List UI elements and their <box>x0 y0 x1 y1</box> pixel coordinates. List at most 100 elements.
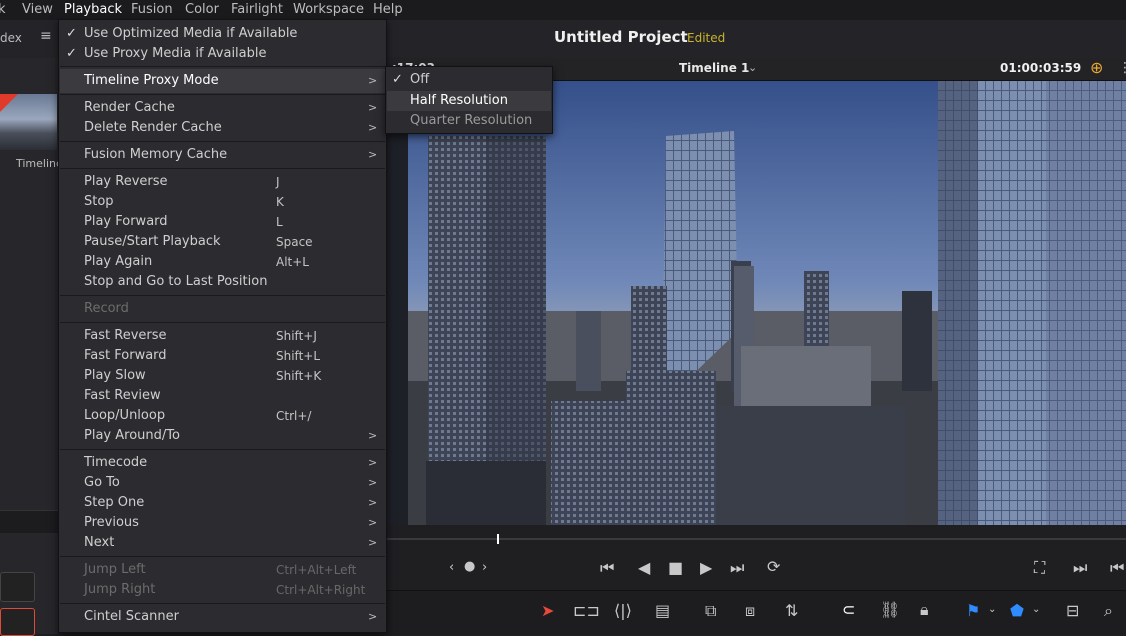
menu-color[interactable]: Color <box>185 2 219 17</box>
menu-item-timecode[interactable]: Timecode <box>84 455 147 470</box>
skip-to-end-icon[interactable]: ⏭ <box>730 558 744 578</box>
menu-item-timeline-proxy-mode[interactable]: Timeline Proxy Mode <box>84 73 219 88</box>
dynamic-trim-icon[interactable]: ⟨|⟩ <box>614 601 632 620</box>
submenu-arrow-icon: > <box>368 536 378 549</box>
marker-icon[interactable]: ⬟ <box>1010 601 1024 620</box>
menu-item-render-cache[interactable]: Render Cache <box>84 100 175 115</box>
link-icon[interactable]: ⛓ <box>880 600 900 619</box>
menu-fairlight[interactable]: Fairlight <box>231 2 283 17</box>
playback-menu: ✓ Use Optimized Media if Available ✓ Use… <box>58 19 387 633</box>
jog-dot-icon[interactable]: ● <box>464 559 475 574</box>
blade-icon[interactable]: ▤ <box>655 601 670 620</box>
next-clip-icon[interactable]: ⏭ <box>1073 558 1087 578</box>
submenu-arrow-icon: > <box>368 496 378 509</box>
panel-divider <box>0 510 58 533</box>
menu-item-fast-review[interactable]: Fast Review <box>84 388 161 403</box>
menu-workspace[interactable]: Workspace <box>293 2 364 17</box>
menu-separator <box>60 295 385 296</box>
stop-icon[interactable]: ■ <box>668 558 683 577</box>
menu-item-go-to[interactable]: Go To <box>84 475 120 490</box>
menu-separator <box>60 168 385 169</box>
play-icon[interactable]: ▶ <box>700 558 712 577</box>
menu-item-stop-go-last-position[interactable]: Stop and Go to Last Position <box>84 274 267 289</box>
menu-playback[interactable]: Playback <box>64 2 122 17</box>
proxy-mode-submenu: ✓ Off Half Resolution Quarter Resolution <box>385 66 553 134</box>
project-title: Untitled Project <box>554 28 688 46</box>
video-viewer[interactable] <box>386 81 1126 525</box>
previous-edit-icon[interactable]: ⏮ <box>1110 558 1124 578</box>
menu-item-previous[interactable]: Previous <box>84 515 139 530</box>
timeline-selector[interactable]: Timeline 1 <box>679 61 749 75</box>
color-picker-icon[interactable]: ⊕ <box>1090 58 1103 77</box>
jog-left-icon[interactable]: ‹ <box>449 560 454 575</box>
chevron-down-icon[interactable]: ⌄ <box>748 61 757 74</box>
zoom-detail-icon[interactable]: ⊟ <box>1066 601 1079 620</box>
menu-item-step-one[interactable]: Step One <box>84 495 144 510</box>
menu-fusion[interactable]: Fusion <box>131 2 173 17</box>
shortcut-label: Shift+J <box>276 329 317 343</box>
panel-button[interactable] <box>0 572 35 602</box>
shortcut-label: Ctrl+Alt+Left <box>276 563 357 577</box>
menu-item-play-forward[interactable]: Play Forward <box>84 214 168 229</box>
shortcut-label: L <box>276 215 283 229</box>
menu-separator <box>60 603 385 604</box>
flag-dropdown-icon[interactable]: ⌄ <box>988 604 996 615</box>
menu-separator <box>60 449 385 450</box>
menu-separator <box>60 141 385 142</box>
insert-clip-icon[interactable]: ⧉ <box>705 601 716 621</box>
lock-icon[interactable]: 🔒︎ <box>920 600 929 620</box>
menu-item-jump-right: Jump Right <box>84 582 156 597</box>
replace-clip-icon[interactable]: ⇅ <box>785 601 798 620</box>
play-reverse-icon[interactable]: ◀ <box>638 558 650 577</box>
index-label[interactable]: dex <box>0 31 22 45</box>
menu-item-use-proxy-media[interactable]: Use Proxy Media if Available <box>84 46 267 61</box>
playhead[interactable] <box>497 534 499 544</box>
menu-item-pause-start-playback[interactable]: Pause/Start Playback <box>84 234 221 249</box>
menu-separator <box>60 66 385 67</box>
fullscreen-icon[interactable]: ⛶ <box>1034 558 1045 578</box>
menu-item-loop-unloop[interactable]: Loop/Unloop <box>84 408 165 423</box>
city-skyline-frame <box>386 81 1126 525</box>
menu-item-play-again[interactable]: Play Again <box>84 254 152 269</box>
shortcut-label: J <box>276 175 280 189</box>
trim-icon[interactable]: ⊏⊐ <box>573 601 600 620</box>
submenu-arrow-icon: > <box>368 74 378 87</box>
more-icon[interactable]: ⋮ <box>1118 60 1126 76</box>
submenu-item-half-resolution[interactable]: Half Resolution <box>410 93 508 108</box>
menu-item-fast-reverse[interactable]: Fast Reverse <box>84 328 167 343</box>
menu-item-use-optimized-media[interactable]: Use Optimized Media if Available <box>84 26 297 41</box>
menu-item-play-slow[interactable]: Play Slow <box>84 368 146 383</box>
overwrite-clip-icon[interactable]: ⧈ <box>745 601 755 621</box>
menu-item-delete-render-cache[interactable]: Delete Render Cache <box>84 120 222 135</box>
submenu-arrow-icon: > <box>368 456 378 469</box>
zoom-search-icon[interactable]: ⌕ <box>1104 601 1113 621</box>
menu-item-next[interactable]: Next <box>84 535 114 550</box>
timecode-display: 01:00:03:59 <box>1000 61 1082 75</box>
jog-right-icon[interactable]: › <box>482 560 487 575</box>
marker-dropdown-icon[interactable]: ⌄ <box>1032 604 1040 615</box>
menu-view[interactable]: View <box>22 2 53 17</box>
menu-item-fast-forward[interactable]: Fast Forward <box>84 348 167 363</box>
panel-button-active[interactable] <box>0 608 35 636</box>
menu-item-play-reverse[interactable]: Play Reverse <box>84 174 168 189</box>
snapping-icon[interactable]: ⊂ <box>842 600 855 619</box>
menu-item-stop[interactable]: Stop <box>84 194 114 209</box>
menu-help[interactable]: Help <box>373 2 403 17</box>
shortcut-label: Ctrl+/ <box>276 409 312 423</box>
menu-item-play-around-to[interactable]: Play Around/To <box>84 428 180 443</box>
loop-icon[interactable]: ⟳ <box>767 557 780 576</box>
list-icon[interactable]: ≡ <box>40 28 52 44</box>
edited-status: Edited <box>687 31 726 45</box>
menu-workspace-partial[interactable]: k <box>0 2 6 17</box>
skip-to-start-icon[interactable]: ⏮ <box>600 558 614 578</box>
flag-blue-icon[interactable]: ⚑ <box>966 601 980 620</box>
check-icon: ✓ <box>66 26 77 41</box>
submenu-arrow-icon: > <box>368 516 378 529</box>
menu-item-fusion-memory-cache[interactable]: Fusion Memory Cache <box>84 147 227 162</box>
shortcut-label: Space <box>276 235 313 249</box>
selection-arrow-icon[interactable]: ➤ <box>541 601 554 620</box>
submenu-item-quarter-resolution[interactable]: Quarter Resolution <box>410 113 532 128</box>
submenu-item-off[interactable]: Off <box>410 72 429 87</box>
menu-bar: k View Playback Fusion Color Fairlight W… <box>0 0 1126 20</box>
menu-item-cintel-scanner[interactable]: Cintel Scanner <box>84 609 179 624</box>
